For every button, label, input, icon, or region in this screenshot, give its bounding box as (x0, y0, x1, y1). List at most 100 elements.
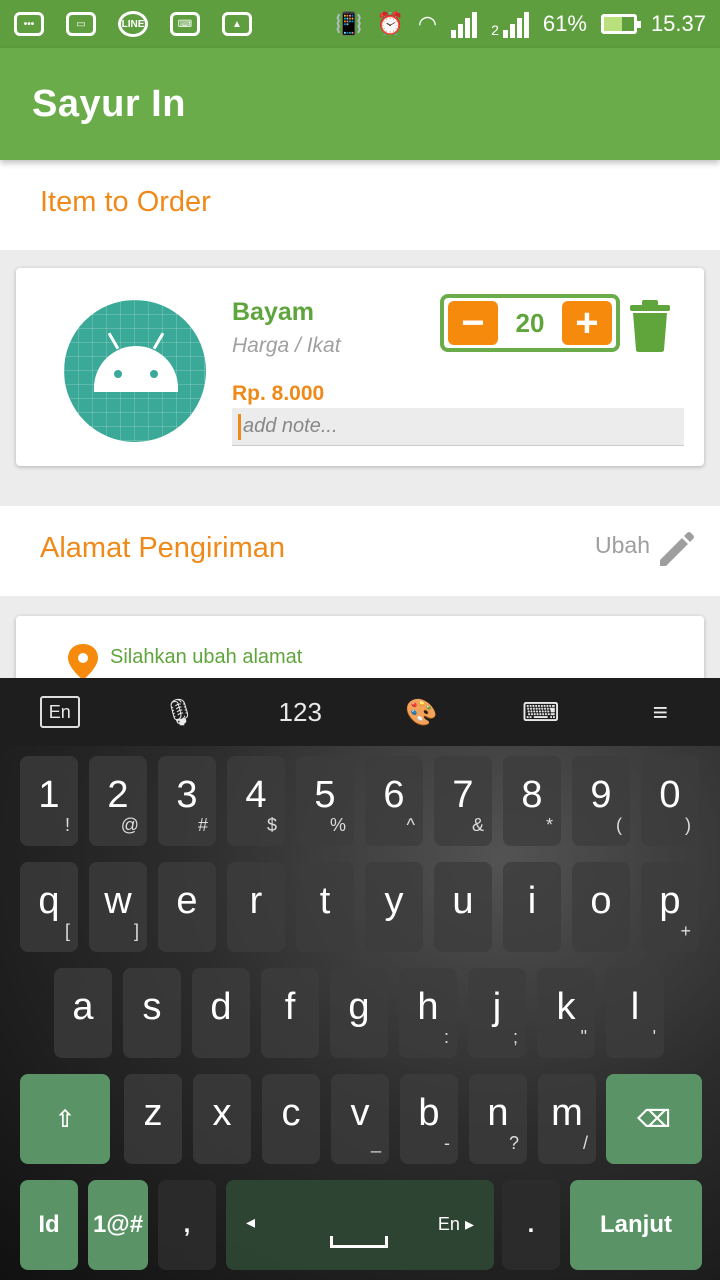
key-secondary-label: ; (512, 1027, 518, 1047)
theme-palette-icon[interactable]: 🎨 (401, 697, 441, 728)
vibrate-icon: 📳 (335, 11, 363, 36)
shift-key[interactable]: ⇧ (20, 1074, 110, 1164)
key-y[interactable]: y (365, 862, 423, 952)
key-u[interactable]: u (434, 862, 492, 952)
app-title: Sayur In (32, 82, 186, 125)
key-8[interactable]: 8 * (503, 756, 561, 846)
key-secondary-label: ] (133, 921, 139, 941)
key-secondary-label: - (444, 1133, 450, 1153)
language-toggle[interactable]: En (39, 696, 80, 728)
location-pin-icon (68, 644, 98, 680)
backspace-key[interactable]: ⌫ (606, 1074, 702, 1164)
key-secondary-label: : (443, 1027, 449, 1047)
key-q[interactable]: q[ (20, 862, 78, 952)
key-o[interactable]: o (572, 862, 630, 952)
key-label: n (487, 1092, 509, 1134)
address-section-title: Alamat Pengiriman (40, 532, 285, 564)
hide-keyboard-icon[interactable]: ⌨ (521, 697, 561, 728)
key-label: t (319, 880, 331, 922)
key-secondary-label: * (545, 815, 553, 835)
soft-keyboard: En 🎙 123 🎨 ⌨ ≡ 1! 2 @3 #4 $5% 6 ^ 7 & 8 * 9(0) q[w] e… (0, 678, 720, 1280)
clock: 15.37 (650, 11, 706, 36)
comma-key[interactable]: , (158, 1180, 216, 1270)
key-3[interactable]: 3 # (158, 756, 216, 846)
shift-arrow-icon: ⇧ (54, 1105, 76, 1133)
key-j[interactable]: j; (468, 968, 526, 1058)
key-k[interactable]: k " (537, 968, 595, 1058)
key-m[interactable]: m / (538, 1074, 596, 1164)
microphone-icon[interactable]: 🎙 (159, 697, 199, 728)
key-label: d (210, 986, 232, 1028)
key-label: c (281, 1092, 301, 1134)
key-w[interactable]: w] (89, 862, 147, 952)
key-d[interactable]: d (192, 968, 250, 1058)
product-price: Rp. 8.000 (232, 382, 325, 405)
key-2[interactable]: 2 @ (89, 756, 147, 846)
key-9[interactable]: 9( (572, 756, 630, 846)
keyboard-icon: ⌨ (170, 12, 200, 36)
order-section-title: Item to Order (40, 186, 211, 218)
key-label: m (551, 1092, 583, 1134)
key-c[interactable]: c (262, 1074, 320, 1164)
key-7[interactable]: 7 & (434, 756, 492, 846)
key-v[interactable]: v _ (331, 1074, 389, 1164)
period-key[interactable]: . (502, 1180, 560, 1270)
key-6[interactable]: 6 ^ (365, 756, 423, 846)
key-label: j (492, 986, 502, 1028)
symbols-key[interactable]: 1@# (88, 1180, 148, 1270)
increase-quantity-button[interactable]: + (561, 301, 612, 345)
key-label: k (556, 986, 576, 1028)
key-n[interactable]: n? (469, 1074, 527, 1164)
key-secondary-label: @ (120, 815, 139, 835)
key-r[interactable]: r (227, 862, 285, 952)
signal-sim2-icon: 2 (491, 10, 529, 38)
delete-icon[interactable] (630, 300, 670, 352)
numbers-toggle[interactable]: 123 (279, 697, 322, 728)
key-secondary-label: / (582, 1133, 588, 1153)
key-label: b (418, 1092, 440, 1134)
space-bar[interactable]: ◂ En ▸ (226, 1180, 494, 1270)
text-cursor (238, 413, 241, 440)
key-label: a (72, 986, 94, 1028)
key-x[interactable]: x (193, 1074, 251, 1164)
key-5[interactable]: 5% (296, 756, 354, 846)
key-l[interactable]: l ' (606, 968, 664, 1058)
note-placeholder: add note... (243, 415, 338, 437)
key-label: e (176, 880, 198, 922)
key-i[interactable]: i (503, 862, 561, 952)
key-secondary-label: ^ (406, 815, 415, 835)
key-b[interactable]: b- (400, 1074, 458, 1164)
key-1[interactable]: 1! (20, 756, 78, 846)
address-section-header: Alamat Pengiriman Ubah (0, 506, 720, 596)
quantity-stepper: − 20 + (440, 294, 620, 352)
key-label: x (212, 1092, 232, 1134)
key-p[interactable]: p + (641, 862, 699, 952)
key-secondary-label: ? (508, 1133, 519, 1153)
key-g[interactable]: g (330, 968, 388, 1058)
key-label: 3 (176, 774, 198, 816)
key-4[interactable]: 4 $ (227, 756, 285, 846)
key-secondary-label: % (329, 815, 346, 835)
key-f[interactable]: f (261, 968, 319, 1058)
input-language-key[interactable]: Id (20, 1180, 78, 1270)
pencil-icon[interactable] (656, 530, 696, 570)
keyboard-toolbar: En 🎙 123 🎨 ⌨ ≡ (0, 678, 720, 746)
enter-next-key[interactable]: Lanjut (570, 1180, 702, 1270)
menu-icon[interactable]: ≡ (640, 697, 680, 728)
key-a[interactable]: a (54, 968, 112, 1058)
key-z[interactable]: z (124, 1074, 182, 1164)
key-label: h (417, 986, 439, 1028)
key-e[interactable]: e (158, 862, 216, 952)
key-label: l (630, 986, 640, 1028)
note-input[interactable]: add note... (232, 408, 684, 446)
key-s[interactable]: s (123, 968, 181, 1058)
decrease-quantity-button[interactable]: − (448, 301, 498, 345)
key-label: 6 (383, 774, 405, 816)
app-bar: Sayur In (0, 48, 720, 160)
key-h[interactable]: h: (399, 968, 457, 1058)
key-label: 9 (590, 774, 612, 816)
edit-address-button[interactable]: Ubah (595, 532, 650, 559)
key-label: z (143, 1092, 163, 1134)
key-t[interactable]: t (296, 862, 354, 952)
key-0[interactable]: 0) (641, 756, 699, 846)
